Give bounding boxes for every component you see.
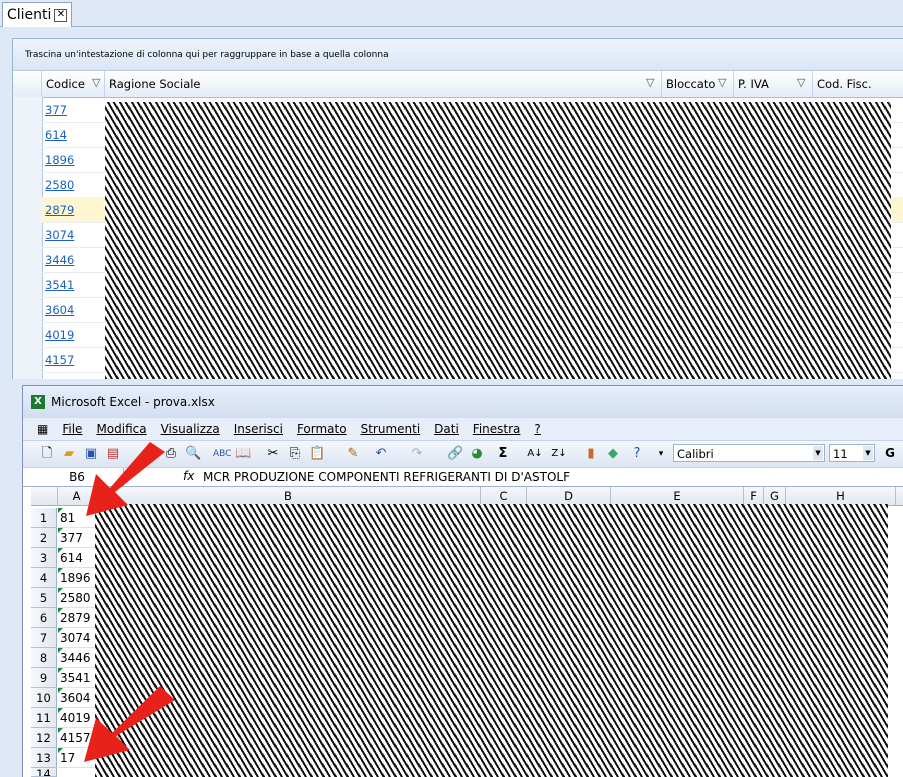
annotation-arrows xyxy=(84,442,175,762)
red-arrow-icon xyxy=(86,442,165,516)
red-arrow-icon xyxy=(84,686,175,762)
